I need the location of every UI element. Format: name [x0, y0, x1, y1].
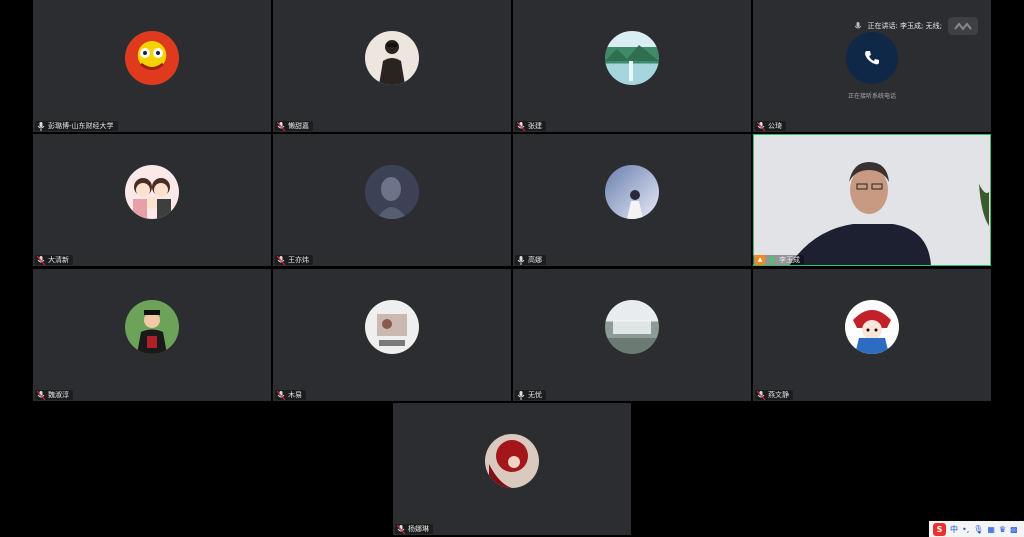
avatar [605, 165, 659, 219]
participant-name: 大清新 [48, 256, 69, 264]
participant-name: 张建 [528, 122, 542, 130]
ime-logo-icon[interactable]: S [933, 522, 946, 536]
participant-name: 公琦 [768, 122, 782, 130]
keyboard-icon[interactable]: ▦ [987, 525, 995, 534]
participant-name: 杨娜琳 [408, 525, 429, 533]
participant-tile[interactable]: 无忧 [513, 269, 751, 401]
participant-tile[interactable]: 彭璐博-山东财经大学 [33, 0, 271, 132]
participant-name: 无忧 [528, 391, 542, 399]
microphone-muted-icon [757, 121, 765, 131]
speaker-wave-icon [948, 17, 978, 35]
participant-name: 高娜 [528, 256, 542, 264]
participant-tile[interactable]: 高娜 [513, 134, 751, 266]
user-role-icon: ▲ [755, 255, 765, 265]
microphone-active-icon [768, 255, 776, 265]
avatar [845, 300, 899, 354]
participant-tile[interactable]: 魏淑淳 [33, 269, 271, 401]
microphone-icon [37, 121, 45, 131]
avatar [605, 31, 659, 85]
toolbox-icon[interactable]: ▩ [1010, 525, 1018, 534]
ime-mode-toggle[interactable]: 中 [950, 524, 958, 535]
participant-name-label: 无忧 [515, 390, 546, 400]
participant-tile[interactable]: 王亦炜 [273, 134, 511, 266]
video-feed [753, 134, 991, 266]
participant-name-label: 大清新 [35, 255, 73, 265]
participant-name: 木易 [288, 391, 302, 399]
participant-name-label: 懒甜嘉 [275, 121, 313, 131]
participant-tile[interactable]: 木易 [273, 269, 511, 401]
microphone-muted-icon [517, 121, 525, 131]
punctuation-icon[interactable]: •, [962, 525, 969, 534]
participant-tile-active-video[interactable]: ▲ 李玉成 [753, 134, 991, 266]
avatar [125, 31, 179, 85]
participant-tile[interactable]: 杨娜琳 [393, 403, 631, 535]
avatar [605, 300, 659, 354]
participant-tile[interactable]: 燕文静 [753, 269, 991, 401]
participant-tile[interactable]: 懒甜嘉 [273, 0, 511, 132]
participant-name-label: 高娜 [515, 255, 546, 265]
avatar [365, 31, 419, 85]
participant-tile[interactable]: 大清新 [33, 134, 271, 266]
participant-name-label: 公琦 [755, 121, 786, 131]
phone-icon [846, 32, 898, 84]
skin-icon[interactable]: ♛ [999, 525, 1006, 534]
avatar [125, 165, 179, 219]
microphone-icon [855, 21, 862, 28]
participant-name: 魏淑淳 [48, 391, 69, 399]
avatar [485, 434, 539, 488]
microphone-muted-icon [277, 121, 285, 131]
speaking-text: 正在讲话: 李玉成; 无线; [867, 22, 942, 30]
participant-name-label: 彭璐博-山东财经大学 [35, 121, 118, 131]
microphone-icon [517, 390, 525, 400]
participant-name-label: 魏淑淳 [35, 390, 73, 400]
microphone-muted-icon [37, 255, 45, 265]
microphone-muted-icon [37, 390, 45, 400]
participant-name: 燕文静 [768, 391, 789, 399]
microphone-muted-icon [757, 390, 765, 400]
participant-name: 李玉成 [779, 256, 800, 264]
phone-call-status: 正在接听系统电话 [847, 93, 896, 100]
avatar [125, 300, 179, 354]
participant-name-label: 张建 [515, 121, 546, 131]
avatar [365, 165, 419, 219]
microphone-muted-icon [397, 524, 405, 534]
microphone-muted-icon [277, 390, 285, 400]
participant-name: 彭璐博-山东财经大学 [48, 122, 114, 130]
participant-tile[interactable]: 正在讲话: 李玉成; 无线; 正在接听系统电话 公琦 [753, 0, 991, 132]
participant-name-label: 杨娜琳 [395, 524, 433, 534]
microphone-icon [517, 255, 525, 265]
participant-name-label: 木易 [275, 390, 306, 400]
participant-name-label: 王亦炜 [275, 255, 313, 265]
participant-name-label: ▲ 李玉成 [753, 255, 804, 265]
microphone-muted-icon [277, 255, 285, 265]
microphone-icon[interactable]: 🎙 [973, 525, 983, 534]
participant-name: 懒甜嘉 [288, 122, 309, 130]
participant-name-label: 燕文静 [755, 390, 793, 400]
participant-name: 王亦炜 [288, 256, 309, 264]
ime-toolbar[interactable]: S 中 •, 🎙 ▦ ♛ ▩ [929, 521, 1024, 537]
avatar [365, 300, 419, 354]
participant-tile[interactable]: 张建 [513, 0, 751, 132]
